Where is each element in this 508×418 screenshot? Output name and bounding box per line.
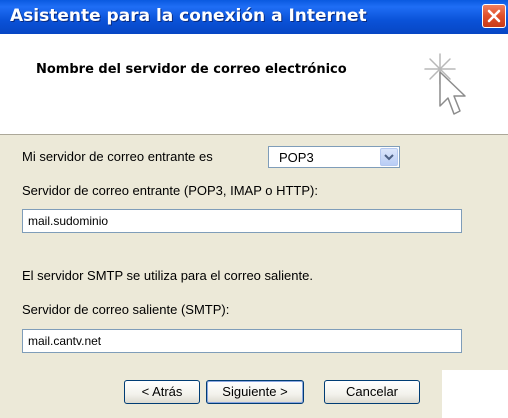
outgoing-server-input[interactable]: mail.cantv.net xyxy=(22,329,462,353)
incoming-server-label: Servidor de correo entrante (POP3, IMAP … xyxy=(22,183,318,198)
wizard-cursor-sparkle-icon xyxy=(424,53,466,115)
chevron-down-icon xyxy=(384,154,394,161)
close-button[interactable] xyxy=(482,4,506,28)
back-button[interactable]: < Atrás xyxy=(124,380,200,404)
page-title: Nombre del servidor de correo electrónic… xyxy=(36,62,347,77)
incoming-type-select[interactable]: POP3 xyxy=(268,146,400,168)
window-title: Asistente para la conexión a Internet xyxy=(10,6,367,26)
incoming-type-value: POP3 xyxy=(279,150,314,165)
wizard-window: Asistente para la conexión a Internet No… xyxy=(0,0,508,418)
outgoing-server-label: Servidor de correo saliente (SMTP): xyxy=(22,302,230,317)
cancel-button[interactable]: Cancelar xyxy=(324,380,420,404)
wizard-header: Nombre del servidor de correo electrónic… xyxy=(0,34,508,135)
incoming-server-input[interactable]: mail.sudominio xyxy=(22,209,462,233)
dropdown-button[interactable] xyxy=(380,148,398,166)
close-icon xyxy=(487,9,501,23)
incoming-type-label: Mi servidor de correo entrante es xyxy=(22,149,213,164)
blank-area xyxy=(442,370,508,418)
next-button[interactable]: Siguiente > xyxy=(206,380,304,404)
smtp-note: El servidor SMTP se utiliza para el corr… xyxy=(22,268,313,283)
title-bar[interactable]: Asistente para la conexión a Internet xyxy=(0,0,508,34)
